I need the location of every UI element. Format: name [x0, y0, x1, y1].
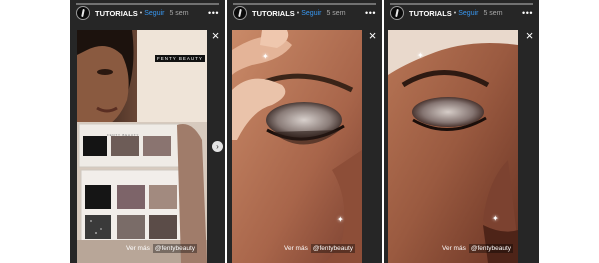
follow-button[interactable]: Seguir [144, 10, 164, 17]
story-card-2[interactable]: TUTORIALS • Seguir 5 sem ••• × ✦ ✦ Ver m… [227, 0, 382, 263]
see-more-label: Ver más [284, 245, 308, 252]
more-options-icon[interactable]: ••• [365, 8, 376, 18]
see-more-link[interactable]: Ver más @fentybeauty [126, 244, 198, 253]
story-card-1[interactable]: TUTORIALS • Seguir 5 sem ••• × FENTY BEA… [70, 0, 225, 263]
username[interactable]: TUTORIALS [95, 9, 138, 18]
story-media: FENTY BEAUTY FENTY BEAUTY Ver más @fenty… [77, 30, 207, 263]
next-story-arrow-icon[interactable]: › [212, 141, 223, 152]
separator-dot: • [296, 9, 300, 17]
sparkle-icon: ✦ [337, 215, 344, 224]
close-icon[interactable]: × [523, 29, 536, 42]
mention-tag[interactable]: @fentybeauty [468, 244, 514, 253]
post-time: 5 sem [169, 9, 189, 17]
story-media: ✦ ✦ Ver más @fentybeauty [388, 30, 518, 263]
see-more-label: Ver más [442, 245, 466, 252]
brand-watermark: FENTY BEAUTY [155, 55, 205, 62]
story-header: TUTORIALS • Seguir 5 sem ••• [227, 5, 382, 21]
profile-avatar[interactable] [390, 6, 404, 20]
story-card-3[interactable]: TUTORIALS • Seguir 5 sem ••• × ✦ ✦ Ver m… [384, 0, 539, 263]
close-icon[interactable]: × [209, 29, 222, 42]
story-media: ✦ ✦ Ver más @fentybeauty [232, 30, 362, 263]
follow-button[interactable]: Seguir [301, 10, 321, 17]
separator-dot: • [139, 9, 143, 17]
story-media-illustration [388, 30, 518, 263]
see-more-link[interactable]: Ver más @fentybeauty [442, 244, 514, 253]
mention-tag[interactable]: @fentybeauty [310, 244, 356, 253]
follow-button[interactable]: Seguir [458, 10, 478, 17]
more-options-icon[interactable]: ••• [208, 8, 219, 18]
story-media-illustration [232, 30, 362, 263]
post-time: 5 sem [326, 9, 346, 17]
username[interactable]: TUTORIALS [409, 9, 452, 18]
see-more-label: Ver más [126, 245, 150, 252]
story-header: TUTORIALS • Seguir 5 sem ••• [70, 5, 225, 21]
mention-tag[interactable]: @fentybeauty [152, 244, 198, 253]
story-media-illustration [77, 30, 207, 263]
separator-dot: • [453, 9, 457, 17]
sparkle-icon: ✦ [262, 52, 269, 61]
story-header: TUTORIALS • Seguir 5 sem ••• [384, 5, 539, 21]
profile-avatar[interactable] [76, 6, 90, 20]
post-time: 5 sem [483, 9, 503, 17]
sparkle-icon: ✦ [492, 214, 499, 223]
sparkle-icon: ✦ [417, 51, 424, 60]
palette-brand-label: FENTY BEAUTY [107, 133, 140, 137]
username[interactable]: TUTORIALS [252, 9, 295, 18]
profile-avatar[interactable] [233, 6, 247, 20]
close-icon[interactable]: × [366, 29, 379, 42]
more-options-icon[interactable]: ••• [522, 8, 533, 18]
see-more-link[interactable]: Ver más @fentybeauty [284, 244, 356, 253]
